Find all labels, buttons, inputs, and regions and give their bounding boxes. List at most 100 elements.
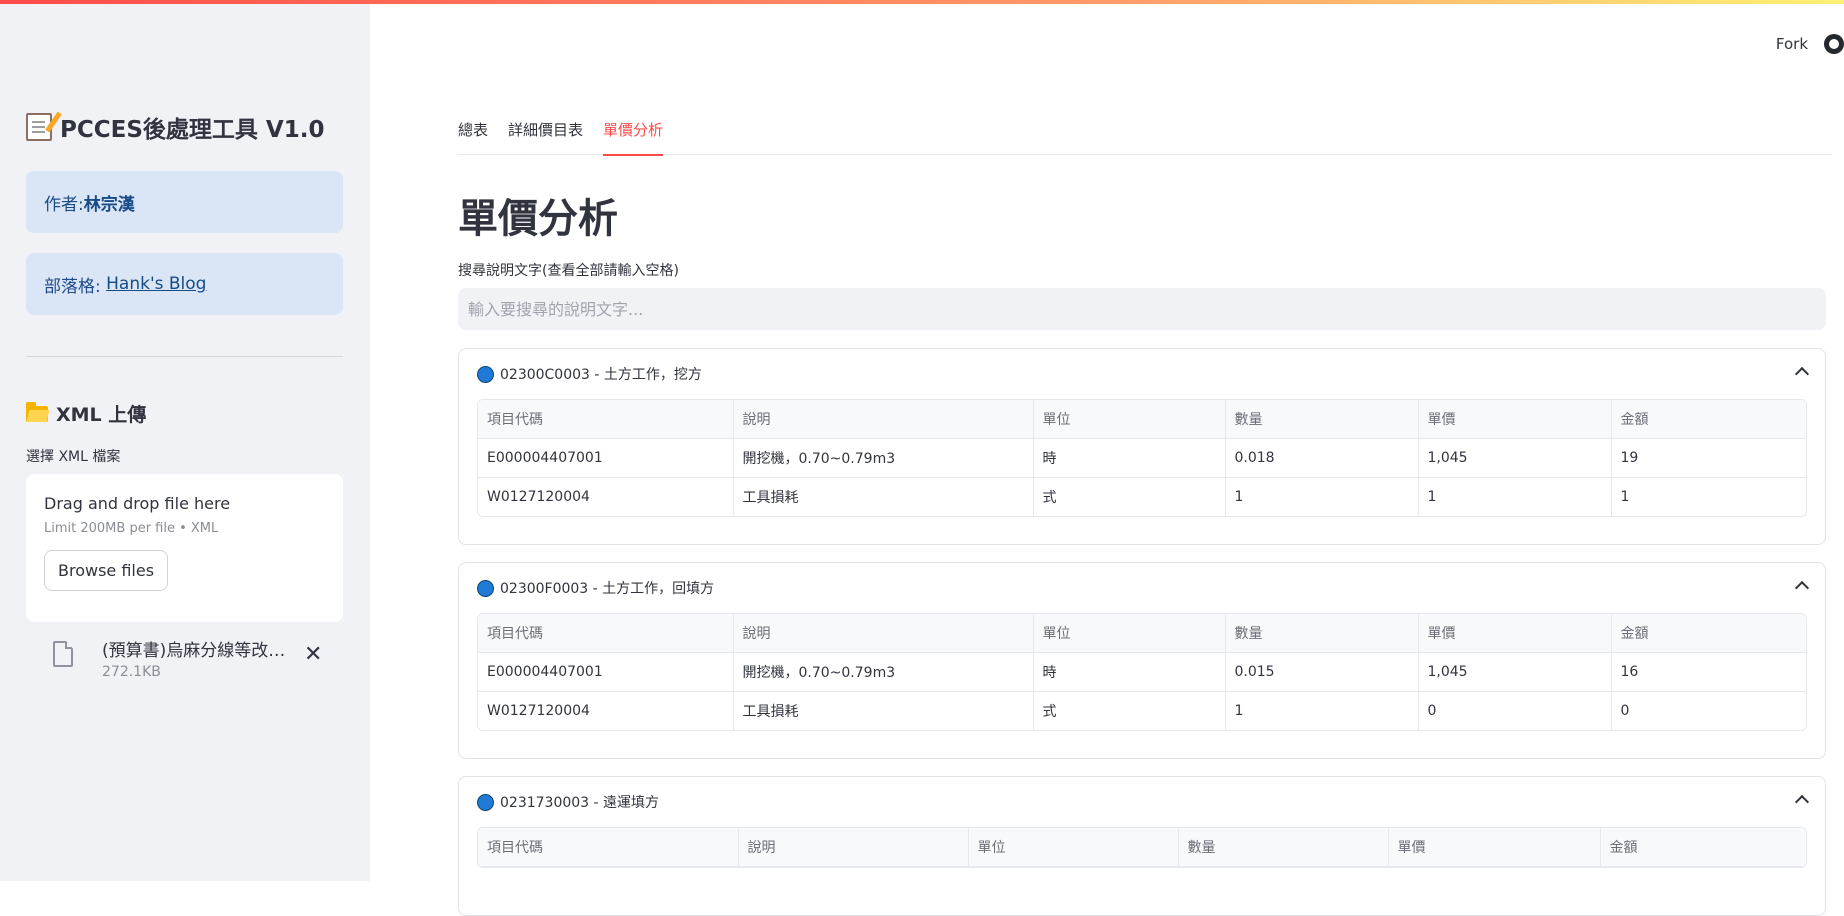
blog-prefix: 部落格: <box>44 276 101 297</box>
table-row: E000004407001 開挖機，0.70~0.79m3 時 0.015 1,… <box>478 652 1806 692</box>
sidebar-divider <box>26 356 343 357</box>
column-header[interactable]: 單價 <box>1388 828 1601 867</box>
table-cell[interactable]: 19 <box>1611 438 1806 478</box>
table-cell[interactable]: 0.018 <box>1225 438 1419 478</box>
main-content: Fork 總表 詳細價目表 單價分析 單價分析 搜尋說明文字(查看全部請輸入空格… <box>370 0 1844 916</box>
fork-link[interactable]: Fork <box>1776 35 1808 53</box>
tab-detailed-price-list[interactable]: 詳細價目表 <box>508 118 583 154</box>
table-cell[interactable]: 1,045 <box>1418 652 1612 692</box>
remove-file-icon[interactable]: ✕ <box>304 644 322 666</box>
table-row: W0127120004 工具損耗 式 1 1 1 <box>478 477 1806 517</box>
chevron-up-icon[interactable] <box>1794 366 1810 382</box>
column-header[interactable]: 金額 <box>1611 400 1806 439</box>
column-header[interactable]: 數量 <box>1178 828 1389 867</box>
table-cell[interactable]: 式 <box>1033 691 1226 730</box>
blog-info-box: 部落格: Hank's Blog <box>26 253 343 315</box>
table-cell[interactable]: 工具損耗 <box>733 691 1034 730</box>
upload-label: 選擇 XML 檔案 <box>26 449 121 465</box>
column-header[interactable]: 項目代碼 <box>478 614 734 653</box>
file-dropzone[interactable]: Drag and drop file here Limit 200MB per … <box>26 474 343 622</box>
column-header[interactable]: 項目代碼 <box>478 828 739 867</box>
expander-header[interactable]: 02300F0003 - 土方工作，回填方 <box>459 563 1825 613</box>
file-icon <box>53 641 73 667</box>
table-cell[interactable]: 1 <box>1611 478 1806 517</box>
table-cell[interactable]: 0 <box>1611 692 1806 731</box>
table-cell[interactable]: 0.015 <box>1225 652 1419 692</box>
top-decoration-bar <box>0 0 1844 4</box>
table-cell[interactable]: 工具損耗 <box>733 477 1034 516</box>
column-header[interactable]: 單位 <box>1033 614 1226 653</box>
blue-circle-icon <box>477 365 494 383</box>
author-info-box: 作者: 林宗漢 <box>26 171 343 233</box>
expander-header[interactable]: 0231730003 - 遠運填方 <box>459 777 1825 827</box>
expander-item: 0231730003 - 遠運填方 項目代碼 說明 單位 數量 單價 金額 <box>458 776 1826 916</box>
table-header-row: 項目代碼 說明 單位 數量 單價 金額 <box>478 828 1806 867</box>
data-table: 項目代碼 說明 單位 數量 單價 金額 E000004407001 開挖機，0.… <box>477 613 1807 731</box>
tab-bar: 總表 詳細價目表 單價分析 <box>458 118 1832 156</box>
table-header-row: 項目代碼 說明 單位 數量 單價 金額 <box>478 400 1806 439</box>
table-cell[interactable]: 式 <box>1033 477 1226 516</box>
search-label: 搜尋說明文字(查看全部請輸入空格) <box>458 263 679 279</box>
blog-link[interactable]: Hank's Blog <box>106 274 206 294</box>
table-cell[interactable]: E000004407001 <box>478 438 734 478</box>
table-cell[interactable]: 1 <box>1225 691 1419 730</box>
page-title: 單價分析 <box>458 196 618 242</box>
search-input[interactable] <box>458 288 1826 330</box>
uploaded-file-name: (預算書)烏麻分線等改善工程.xml <box>102 641 292 661</box>
chevron-up-icon[interactable] <box>1794 794 1810 810</box>
chevron-up-icon[interactable] <box>1794 580 1810 596</box>
table-cell[interactable]: W0127120004 <box>478 477 734 516</box>
upload-heading-text: XML 上傳 <box>56 404 147 426</box>
table-cell[interactable]: E000004407001 <box>478 652 734 692</box>
github-icon[interactable] <box>1824 34 1844 54</box>
blue-circle-icon <box>477 793 494 811</box>
sidebar: PCCES後處理工具 V1.0 作者: 林宗漢 部落格: Hank's Blog … <box>0 0 370 881</box>
tab-summary[interactable]: 總表 <box>458 118 488 154</box>
column-header[interactable]: 金額 <box>1600 828 1806 867</box>
table-cell[interactable]: 開挖機，0.70~0.79m3 <box>733 652 1034 692</box>
dropzone-limit: Limit 200MB per file • XML <box>44 521 219 536</box>
tab-unit-price-analysis[interactable]: 單價分析 <box>603 118 664 156</box>
column-header[interactable]: 單位 <box>1033 400 1226 439</box>
table-cell[interactable]: 開挖機，0.70~0.79m3 <box>733 438 1034 478</box>
table-cell[interactable]: 1 <box>1418 477 1612 516</box>
column-header[interactable]: 說明 <box>733 400 1034 439</box>
expander-item: 02300F0003 - 土方工作，回填方 項目代碼 說明 單位 數量 單價 金… <box>458 562 1826 759</box>
memo-icon <box>26 113 52 141</box>
expander-title: 02300F0003 - 土方工作，回填方 <box>500 581 715 597</box>
dropzone-title: Drag and drop file here <box>44 494 231 513</box>
column-header[interactable]: 金額 <box>1611 614 1806 653</box>
uploaded-file: (預算書)烏麻分線等改善工程.xml 272.1KB ✕ <box>50 630 340 686</box>
data-table: 項目代碼 說明 單位 數量 單價 金額 <box>477 827 1807 868</box>
column-header[interactable]: 說明 <box>733 614 1034 653</box>
app-title: PCCES後處理工具 V1.0 <box>26 110 324 144</box>
upload-heading: XML 上傳 <box>26 400 146 427</box>
author-name: 林宗漢 <box>83 194 135 215</box>
column-header[interactable]: 單價 <box>1418 400 1612 439</box>
app-title-text: PCCES後處理工具 V1.0 <box>60 117 325 143</box>
table-cell[interactable]: 1,045 <box>1418 438 1612 478</box>
column-header[interactable]: 說明 <box>738 828 969 867</box>
column-header[interactable]: 單價 <box>1418 614 1612 653</box>
table-cell[interactable]: W0127120004 <box>478 691 734 730</box>
table-cell[interactable]: 時 <box>1033 438 1226 478</box>
browse-files-button[interactable]: Browse files <box>44 550 169 591</box>
column-header[interactable]: 單位 <box>968 828 1179 867</box>
column-header[interactable]: 項目代碼 <box>478 400 734 439</box>
table-row: W0127120004 工具損耗 式 1 0 0 <box>478 691 1806 731</box>
expander-title: 0231730003 - 遠運填方 <box>500 795 660 811</box>
column-header[interactable]: 數量 <box>1225 400 1419 439</box>
table-cell[interactable]: 1 <box>1225 477 1419 516</box>
uploaded-file-size: 272.1KB <box>102 664 161 680</box>
table-cell[interactable]: 16 <box>1611 652 1806 692</box>
expander-header[interactable]: 02300C0003 - 土方工作，挖方 <box>459 349 1825 399</box>
table-header-row: 項目代碼 說明 單位 數量 單價 金額 <box>478 614 1806 653</box>
folder-icon <box>26 401 48 422</box>
table-cell[interactable]: 0 <box>1418 691 1612 730</box>
blue-circle-icon <box>477 579 494 597</box>
table-cell[interactable]: 時 <box>1033 652 1226 692</box>
author-prefix: 作者: <box>44 194 84 215</box>
table-row: E000004407001 開挖機，0.70~0.79m3 時 0.018 1,… <box>478 438 1806 478</box>
column-header[interactable]: 數量 <box>1225 614 1419 653</box>
expander-title: 02300C0003 - 土方工作，挖方 <box>500 367 702 383</box>
